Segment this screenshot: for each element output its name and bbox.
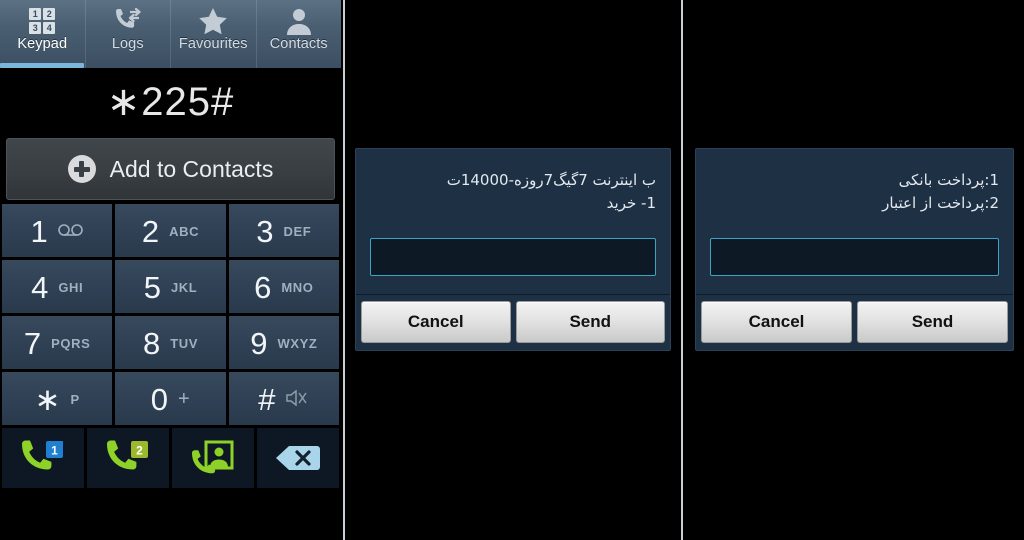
video-contact-button[interactable] <box>172 428 254 488</box>
key-3-digit: 3 <box>256 213 274 249</box>
ussd-dialog-2-buttons: Cancel Send <box>696 293 1013 350</box>
tab-keypad-label: Keypad <box>17 36 68 52</box>
backspace-button[interactable] <box>257 428 339 488</box>
number-display[interactable]: ∗225# <box>0 68 341 136</box>
ussd-dialog-2: 1:پرداخت بانکی 2:پرداخت از اعتبار Cancel… <box>695 148 1014 351</box>
ussd-dialog-2-message-line-1: 1:پرداخت بانکی <box>898 171 999 189</box>
key-7[interactable]: 7 PQRS <box>2 316 113 369</box>
tab-favourites[interactable]: Favourites <box>171 0 257 68</box>
tab-logs[interactable]: Logs <box>86 0 171 68</box>
video-contact-icon <box>192 440 234 474</box>
key-5-letters: JKL <box>170 279 198 295</box>
phone-sim1-icon: 1 <box>22 440 63 470</box>
ussd-dialog-2-message-line-2: 2:پرداخت از اعتبار <box>882 194 999 213</box>
ussd-panel-1: ب اینترنت 7گیگ7روزه-14000ت 1- خرید Cance… <box>345 0 681 540</box>
add-to-contacts-button[interactable]: Add to Contacts <box>6 138 335 200</box>
key-hash-digit: # <box>258 381 276 417</box>
ussd-dialog-1: ب اینترنت 7گیگ7روزه-14000ت 1- خرید Cance… <box>355 148 671 351</box>
key-0-digit: 0 <box>150 381 168 417</box>
key-hash[interactable]: # <box>228 372 339 425</box>
tab-contacts[interactable]: Contacts <box>257 0 342 68</box>
call-logs-icon <box>113 6 143 36</box>
add-to-contacts-label: Add to Contacts <box>109 155 274 182</box>
key-6-digit: 6 <box>254 269 272 305</box>
voicemail-icon <box>57 223 84 239</box>
key-0-plus: + <box>177 387 191 410</box>
key-6-letters: MNO <box>281 279 314 295</box>
panel-divider-2 <box>681 0 683 540</box>
key-0[interactable]: 0 + <box>115 372 226 425</box>
dialer-panel: 1234 Keypad Logs Favourites Contacts ∗22… <box>0 0 341 540</box>
key-7-digit: 7 <box>23 325 42 361</box>
phone-sim2-icon: 2 <box>107 440 148 470</box>
key-3[interactable]: 3 DEF <box>228 204 339 257</box>
key-8[interactable]: 8 TUV <box>115 316 226 369</box>
mute-icon <box>285 388 309 409</box>
key-6[interactable]: 6 MNO <box>228 260 339 313</box>
key-2-letters: ABC <box>169 223 200 239</box>
ussd-dialog-2-body: 1:پرداخت بانکی 2:پرداخت از اعتبار <box>696 149 1013 294</box>
tab-contacts-label: Contacts <box>269 36 328 52</box>
svg-text:2: 2 <box>136 444 143 458</box>
key-4[interactable]: 4 GHI <box>2 260 113 313</box>
backspace-icon <box>276 446 320 470</box>
key-star-digit: ∗ <box>34 381 61 417</box>
call-sim2-button[interactable]: 2 <box>87 428 169 488</box>
key-1-digit: 1 <box>30 213 48 249</box>
key-9-letters: WXYZ <box>277 335 318 351</box>
call-sim1-button[interactable]: 1 <box>2 428 84 488</box>
key-5[interactable]: 5 JKL <box>115 260 226 313</box>
key-1[interactable]: 1 <box>2 204 113 257</box>
tab-keypad[interactable]: 1234 Keypad <box>0 0 86 68</box>
screenshot-root: 1234 Keypad Logs Favourites Contacts ∗22… <box>0 0 1024 540</box>
key-3-letters: DEF <box>283 223 312 239</box>
active-tab-indicator <box>0 63 85 68</box>
key-2[interactable]: 2 ABC <box>115 204 226 257</box>
key-8-digit: 8 <box>142 325 161 361</box>
dialer-tab-bar: 1234 Keypad Logs Favourites Contacts <box>0 0 341 68</box>
tab-favourites-label: Favourites <box>178 36 248 52</box>
dialed-number: ∗225# <box>106 80 235 124</box>
ussd-panel-2: 1:پرداخت بانکی 2:پرداخت از اعتبار Cancel… <box>685 0 1024 540</box>
key-star-letters: P <box>70 391 80 407</box>
ussd-dialog-1-buttons: Cancel Send <box>356 293 670 350</box>
ussd-dialog-2-send-button[interactable]: Send <box>857 300 1008 343</box>
ussd-dialog-1-input[interactable] <box>370 237 656 276</box>
key-2-digit: 2 <box>141 213 160 249</box>
key-9[interactable]: 9 WXYZ <box>228 316 339 369</box>
ussd-dialog-1-message-line-1: ب اینترنت 7گیگ7روزه-14000ت <box>446 171 656 189</box>
key-4-digit: 4 <box>31 269 49 305</box>
svg-text:1: 1 <box>51 444 58 458</box>
dialer-action-row: 1 2 <box>0 425 341 488</box>
ussd-dialog-2-cancel-button[interactable]: Cancel <box>701 300 852 343</box>
plus-circle-icon <box>67 155 96 183</box>
person-icon <box>285 6 313 36</box>
key-5-digit: 5 <box>143 269 161 305</box>
key-4-letters: GHI <box>58 279 84 295</box>
key-star[interactable]: ∗ P <box>2 372 113 425</box>
key-7-letters: PQRS <box>51 335 91 351</box>
ussd-dialog-1-send-button[interactable]: Send <box>515 300 665 343</box>
ussd-dialog-1-cancel-button[interactable]: Cancel <box>361 300 511 343</box>
ussd-dialog-2-input[interactable] <box>710 237 999 276</box>
tab-logs-label: Logs <box>111 36 144 52</box>
key-9-digit: 9 <box>250 325 268 361</box>
key-8-letters: TUV <box>170 335 199 351</box>
star-icon <box>198 6 228 36</box>
keypad-grid: 1 2 ABC 3 DEF 4 GHI 5 JKL 6 MNO 7 PQRS 8… <box>0 204 341 425</box>
ussd-dialog-1-message-line-2: 1- خرید <box>606 194 656 213</box>
keypad-icon: 1234 <box>29 6 56 36</box>
ussd-dialog-1-body: ب اینترنت 7گیگ7روزه-14000ت 1- خرید <box>356 149 670 294</box>
